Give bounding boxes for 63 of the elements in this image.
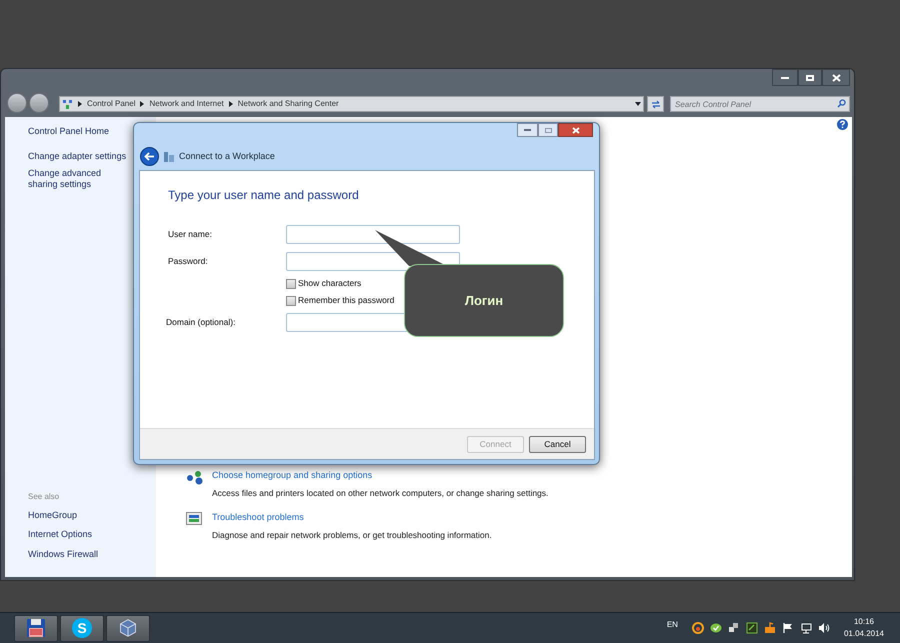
maximize-button[interactable] — [798, 69, 822, 86]
flag-icon[interactable] — [782, 622, 794, 634]
windows-tray-icon[interactable] — [728, 622, 740, 634]
tooltip-text: Логин — [464, 292, 504, 310]
checkbox-label: Show characters — [298, 277, 362, 290]
breadcrumb-arrow-icon[interactable] — [228, 101, 233, 107]
taskbar-button[interactable] — [106, 614, 150, 642]
minimize-button[interactable] — [772, 69, 798, 86]
close-button[interactable] — [558, 123, 593, 137]
dialog-heading: Type your user name and password — [168, 187, 360, 204]
close-button[interactable] — [822, 69, 850, 86]
search-icon — [837, 99, 846, 108]
task-link[interactable]: Troubleshoot problems — [212, 511, 492, 525]
input-field[interactable] — [286, 225, 460, 244]
building-icon — [164, 151, 174, 162]
tray-icon[interactable] — [692, 622, 704, 634]
task-description: Access files and printers located on other network computers, or change sharing settings. — [212, 486, 548, 500]
back-button[interactable] — [140, 147, 159, 166]
task-description: Diagnose and repair network problems, or get troubleshooting information. — [212, 528, 492, 542]
address-bar[interactable]: Control Panel Network and Internet Network and Sharing Center — [59, 96, 644, 112]
forward-button[interactable] — [29, 93, 49, 113]
tray-icon[interactable] — [764, 622, 776, 634]
breadcrumb-item[interactable]: Network and Sharing Center — [238, 98, 339, 110]
speaker-icon[interactable] — [818, 622, 830, 634]
minimize-button[interactable] — [517, 123, 538, 137]
tray-icon[interactable] — [710, 622, 722, 634]
sidebar-link[interactable]: Change adapter settings — [28, 151, 130, 162]
taskbar-button[interactable] — [14, 614, 58, 642]
cube-icon — [118, 618, 138, 638]
network-nodes-icon — [186, 470, 204, 485]
dialog-button[interactable]: Cancel — [529, 436, 586, 452]
language-indicator[interactable]: EN — [666, 619, 678, 631]
network-icon — [62, 98, 73, 110]
checkbox[interactable] — [286, 296, 296, 306]
field-label: Password: — [168, 255, 209, 268]
network-tray-icon[interactable] — [800, 622, 812, 634]
sidebar-link[interactable]: Windows Firewall — [28, 548, 156, 561]
checkbox[interactable] — [286, 278, 296, 288]
left-arrow-icon — [144, 152, 155, 161]
sidebar-link[interactable]: Change advanced sharing settings — [28, 168, 130, 190]
close-icon — [832, 74, 840, 82]
breadcrumb-arrow-icon[interactable] — [140, 101, 144, 107]
breadcrumb-item[interactable]: Control Panel — [87, 98, 136, 110]
field-label: User name: — [168, 228, 213, 241]
sidebar-link[interactable]: Control Panel Home — [28, 126, 130, 137]
breadcrumb-item[interactable]: Network and Internet — [149, 98, 224, 110]
task-link[interactable]: Choose homegroup and sharing options — [212, 469, 548, 482]
skype-logo: S — [72, 618, 92, 638]
sidebar-link[interactable]: Internet Options — [28, 528, 156, 542]
dropdown-arrow-icon[interactable] — [635, 102, 641, 106]
sidebar-link[interactable]: HomeGroup — [28, 508, 156, 522]
breadcrumb-arrow-icon[interactable] — [78, 101, 82, 107]
dialog-title: Connect to a Workplace — [179, 150, 275, 163]
refresh-button[interactable] — [647, 96, 664, 112]
arrows-icon — [650, 100, 660, 108]
search-field[interactable]: Search Control Panel — [670, 96, 850, 112]
monitor-icon — [186, 512, 202, 526]
section-title: See also — [28, 490, 60, 502]
checkbox-label: Remember this password — [298, 294, 394, 307]
tray-icon[interactable] — [746, 622, 758, 634]
field-label: Domain (optional): — [166, 316, 236, 329]
close-icon — [572, 126, 580, 134]
clock[interactable]: 10:16 01.04.2014 — [844, 616, 884, 640]
